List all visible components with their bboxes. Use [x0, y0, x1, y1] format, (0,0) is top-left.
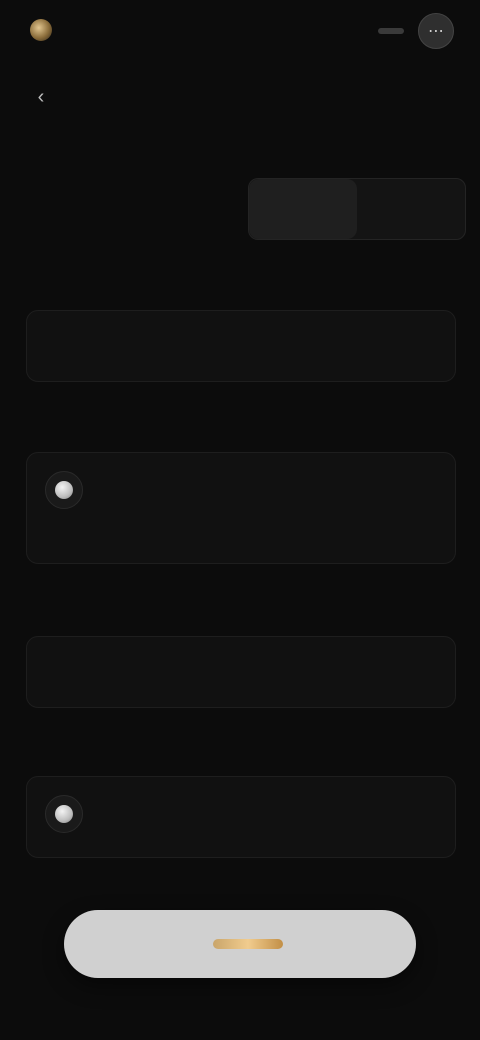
card-3[interactable] [26, 636, 456, 708]
cta-accent-bar [213, 939, 283, 949]
token-avatar-2[interactable] [45, 795, 83, 833]
status-pill [378, 28, 404, 34]
mode-toggle-left[interactable] [249, 179, 357, 239]
card-2[interactable] [26, 452, 456, 564]
ellipsis-icon[interactable]: ⋯ [418, 13, 454, 49]
mode-toggle-right[interactable] [357, 179, 465, 239]
top-bar: ⋯ [0, 0, 480, 64]
token-icon-2 [55, 805, 73, 823]
card-4[interactable] [26, 776, 456, 858]
back-arrow-icon[interactable]: ‹ [26, 82, 56, 112]
brand-logo-icon [30, 19, 52, 41]
top-actions: ⋯ [378, 13, 454, 49]
brand-logo[interactable] [30, 18, 120, 42]
token-avatar[interactable] [45, 471, 83, 509]
mode-toggle[interactable] [248, 178, 466, 240]
token-icon [55, 481, 73, 499]
card-1[interactable] [26, 310, 456, 382]
primary-action-button[interactable] [64, 910, 416, 978]
